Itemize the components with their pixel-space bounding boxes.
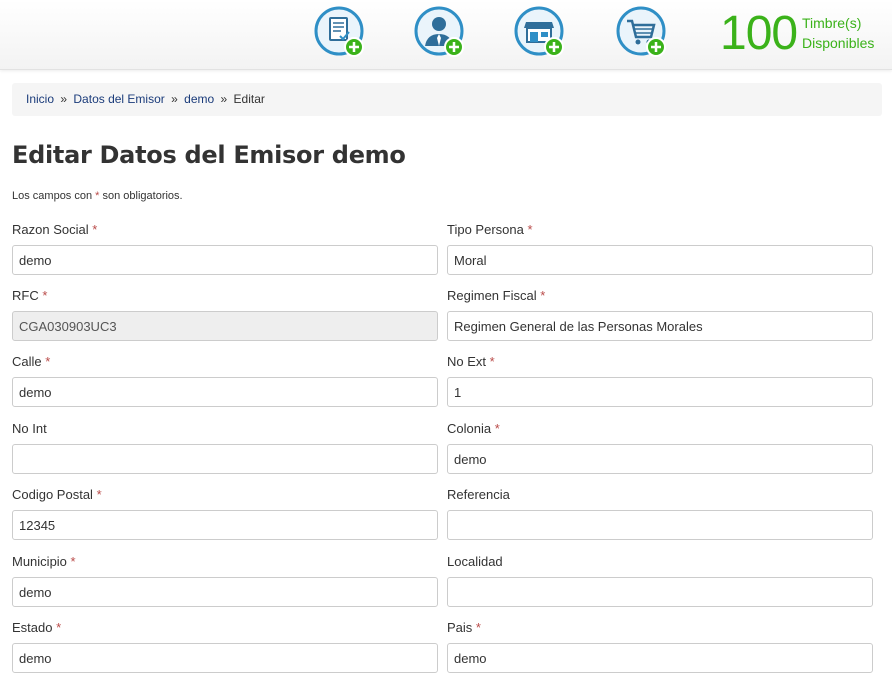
- municipio-input[interactable]: [12, 577, 438, 607]
- no-int-label: No Int: [12, 421, 47, 436]
- credits-count: 100: [720, 7, 798, 60]
- calle-label: Calle *: [12, 354, 51, 369]
- breadcrumb-separator: »: [220, 92, 228, 106]
- client-add-icon[interactable]: [414, 6, 468, 60]
- pais-field: Pais *: [447, 619, 873, 673]
- credits-label-line1: Timbre(s): [802, 15, 862, 31]
- breadcrumb-link-inicio[interactable]: Inicio: [26, 92, 54, 106]
- stamp-credits: 100 Timbre(s) Disponibles: [720, 8, 890, 60]
- codigo-postal-label: Codigo Postal *: [12, 487, 102, 502]
- referencia-input[interactable]: [447, 510, 873, 540]
- estado-label: Estado *: [12, 620, 62, 635]
- rfc-label: RFC *: [12, 288, 48, 303]
- localidad-field: Localidad: [447, 553, 873, 607]
- rfc-input: [12, 311, 438, 341]
- pais-input[interactable]: [447, 643, 873, 673]
- no-ext-label: No Ext *: [447, 354, 495, 369]
- calle-input[interactable]: [12, 377, 438, 407]
- referencia-field: Referencia: [447, 486, 873, 540]
- colonia-label: Colonia *: [447, 421, 500, 436]
- pais-label: Pais *: [447, 620, 481, 635]
- razon-social-field: Razon Social *: [12, 221, 438, 275]
- regimen-fiscal-input[interactable]: [447, 311, 873, 341]
- codigo-postal-field: Codigo Postal *: [12, 486, 438, 540]
- page-title: Editar Datos del Emisor demo: [12, 141, 406, 169]
- breadcrumb-link-datos-emisor[interactable]: Datos del Emisor: [73, 92, 164, 106]
- calle-field: Calle *: [12, 353, 438, 407]
- localidad-input[interactable]: [447, 577, 873, 607]
- municipio-field: Municipio *: [12, 553, 438, 607]
- regimen-fiscal-label: Regimen Fiscal *: [447, 288, 546, 303]
- breadcrumb-link-demo[interactable]: demo: [184, 92, 214, 106]
- tipo-persona-label: Tipo Persona *: [447, 222, 533, 237]
- cart-add-icon[interactable]: [616, 6, 670, 60]
- tipo-persona-field: Tipo Persona *: [447, 221, 873, 275]
- estado-field: Estado *: [12, 619, 438, 673]
- credits-label: Timbre(s) Disponibles: [802, 13, 874, 53]
- razon-social-label: Razon Social *: [12, 222, 98, 237]
- top-toolbar: 100 Timbre(s) Disponibles: [0, 0, 892, 70]
- no-int-input[interactable]: [12, 444, 438, 474]
- breadcrumb-separator: »: [60, 92, 68, 106]
- estado-input[interactable]: [12, 643, 438, 673]
- colonia-field: Colonia *: [447, 420, 873, 474]
- localidad-label: Localidad: [447, 554, 503, 569]
- colonia-input[interactable]: [447, 444, 873, 474]
- no-ext-field: No Ext *: [447, 353, 873, 407]
- no-int-field: No Int: [12, 420, 438, 474]
- store-add-icon[interactable]: [514, 6, 568, 60]
- breadcrumb: Inicio » Datos del Emisor » demo » Edita…: [12, 83, 882, 116]
- regimen-fiscal-field: Regimen Fiscal *: [447, 287, 873, 341]
- credits-label-line2: Disponibles: [802, 35, 875, 51]
- razon-social-input[interactable]: [12, 245, 438, 275]
- codigo-postal-input[interactable]: [12, 510, 438, 540]
- referencia-label: Referencia: [447, 487, 510, 502]
- rfc-field: RFC *: [12, 287, 438, 341]
- breadcrumb-current: Editar: [233, 92, 265, 106]
- required-fields-note: Los campos con * son obligatorios.: [12, 190, 183, 202]
- breadcrumb-separator: »: [171, 92, 178, 106]
- tipo-persona-input[interactable]: [447, 245, 873, 275]
- no-ext-input[interactable]: [447, 377, 873, 407]
- invoice-add-icon[interactable]: [314, 6, 368, 60]
- municipio-label: Municipio *: [12, 554, 76, 569]
